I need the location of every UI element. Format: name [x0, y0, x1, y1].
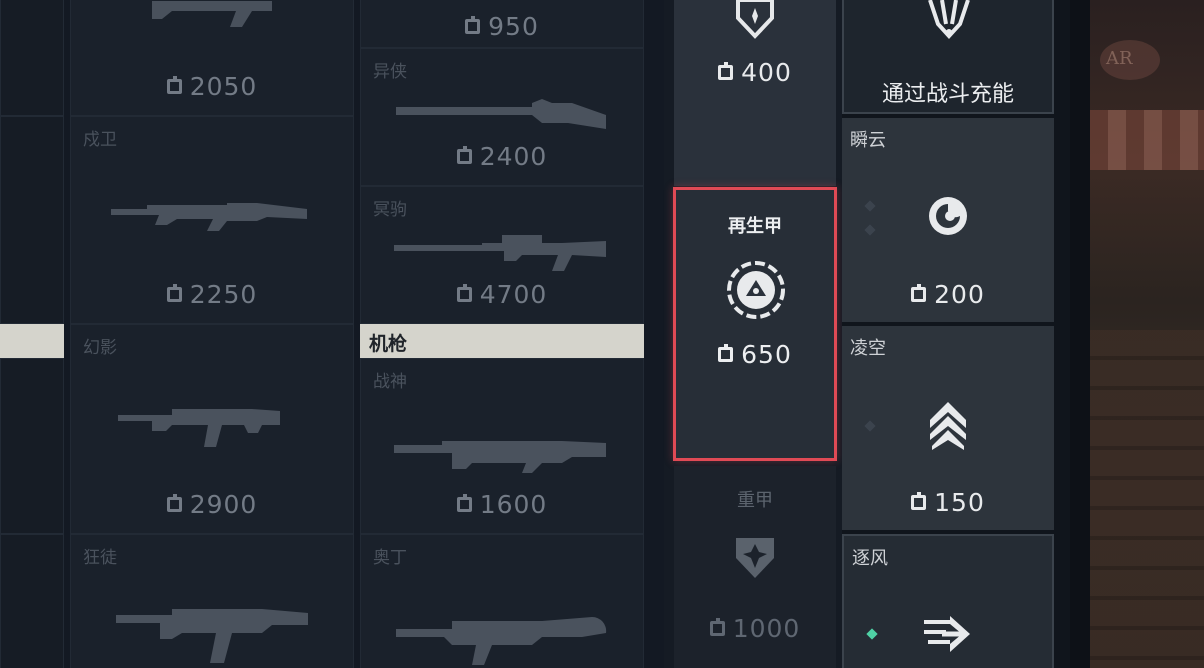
weapon-price: 2050 — [189, 72, 258, 101]
shield-name: 重甲 — [737, 490, 773, 511]
ability-name: 瞬云 — [850, 130, 886, 151]
credits-icon — [456, 494, 472, 512]
weapon-card-partial[interactable] — [0, 534, 64, 668]
section-header-partial — [0, 324, 64, 358]
ultimate-charge-label: 通过战斗充能 — [881, 82, 1014, 107]
updraft-icon — [930, 402, 966, 450]
weapon-name: 戍卫 — [83, 130, 117, 150]
weapon-price: 2250 — [189, 280, 258, 309]
credits-icon — [718, 62, 734, 80]
weapon-price: 2900 — [189, 490, 258, 519]
shield-price: 400 — [741, 58, 792, 87]
weapon-card-partial[interactable] — [0, 116, 64, 324]
striped-awning — [1090, 110, 1204, 170]
section-header: 机枪 — [360, 324, 644, 358]
rifle-icon — [152, 1, 272, 27]
heavy-shield-card[interactable]: 重甲 1000 — [674, 466, 836, 668]
sniper-icon — [394, 235, 606, 271]
credits-icon — [166, 284, 182, 302]
background-scene: AR — [1090, 0, 1204, 668]
charge-dot — [864, 420, 876, 432]
rifle-icon — [118, 409, 280, 447]
regen-shield-icon — [727, 261, 785, 319]
weapon-price: 4700 — [479, 280, 548, 309]
credits-icon — [166, 76, 182, 94]
credits-icon — [709, 618, 725, 636]
charge-dot-active — [866, 628, 878, 640]
shield-price: 650 — [741, 340, 792, 369]
light-shield-card[interactable]: 400 — [674, 0, 836, 186]
weapon-card[interactable]: 战神 1600 — [360, 358, 644, 534]
weapon-name: 异侠 — [373, 62, 407, 82]
weapon-name: 幻影 — [83, 338, 117, 358]
charge-dot — [864, 200, 876, 212]
ability-price: 150 — [934, 488, 985, 517]
regen-shield-card[interactable]: 再生甲 650 — [673, 187, 837, 461]
weapon-card[interactable]: 幻影 2900 — [70, 324, 354, 534]
charge-dot — [864, 224, 876, 236]
weapon-card[interactable]: 狂徒 — [70, 534, 354, 668]
ultimate-icon — [928, 0, 970, 39]
ability-card[interactable]: 凌空 150 — [842, 326, 1054, 530]
shop-sign-text: AR — [1106, 48, 1133, 69]
weapon-card-partial[interactable] — [0, 0, 64, 116]
abilities-column: 通过战斗充能 瞬云 200 凌空 150 逐风 — [842, 0, 1090, 668]
ability-price: 200 — [934, 280, 985, 309]
shotgun-icon — [396, 99, 606, 129]
section-header-label: 机枪 — [369, 333, 408, 355]
ability-name: 逐风 — [852, 548, 888, 569]
weapon-price: 2400 — [479, 142, 548, 171]
heavy-shield-icon — [736, 538, 774, 578]
light-shield-icon — [736, 0, 774, 39]
ultimate-card[interactable]: 通过战斗充能 — [842, 0, 1054, 114]
cloudburst-icon — [929, 197, 967, 235]
credits-icon — [456, 284, 472, 302]
weapon-name: 战神 — [373, 372, 407, 392]
weapons-grid: 2050 戍卫 2250 幻影 2900 狂徒 950 异侠 2400 冥驹 4… — [0, 0, 664, 668]
shields-column: 400 再生甲 650 重甲 1000 — [664, 0, 842, 668]
rifle-icon — [111, 203, 307, 231]
ability-card[interactable]: 瞬云 200 — [842, 118, 1054, 322]
weapon-price: 1600 — [479, 490, 548, 519]
credits-icon — [911, 284, 927, 302]
weapon-price: 950 — [488, 12, 539, 41]
column-divider — [1070, 0, 1090, 668]
weapon-card[interactable]: 奥丁 — [360, 534, 644, 668]
weapon-card[interactable]: 冥驹 4700 — [360, 186, 644, 324]
weapon-card[interactable]: 戍卫 2250 — [70, 116, 354, 324]
shield-name: 再生甲 — [728, 216, 782, 237]
weapon-card-partial[interactable] — [0, 358, 64, 534]
machine-gun-icon — [394, 441, 606, 473]
wooden-deck — [1090, 330, 1204, 668]
weapon-name: 冥驹 — [373, 200, 407, 220]
rifle-icon — [116, 609, 308, 663]
weapon-card[interactable]: 2050 — [70, 0, 354, 116]
tailwind-icon — [924, 616, 970, 652]
credits-icon — [465, 16, 481, 34]
shield-price: 1000 — [732, 614, 801, 643]
weapon-card[interactable]: 950 — [360, 0, 644, 48]
credits-icon — [718, 344, 734, 362]
weapon-name: 狂徒 — [83, 548, 117, 568]
machine-gun-icon — [396, 616, 607, 665]
credits-icon — [166, 494, 182, 512]
weapon-card[interactable]: 异侠 2400 — [360, 48, 644, 186]
credits-icon — [911, 492, 927, 510]
weapon-name: 奥丁 — [373, 548, 407, 568]
ability-card[interactable]: 逐风 — [842, 534, 1054, 668]
credits-icon — [456, 146, 472, 164]
ability-name: 凌空 — [850, 338, 886, 359]
